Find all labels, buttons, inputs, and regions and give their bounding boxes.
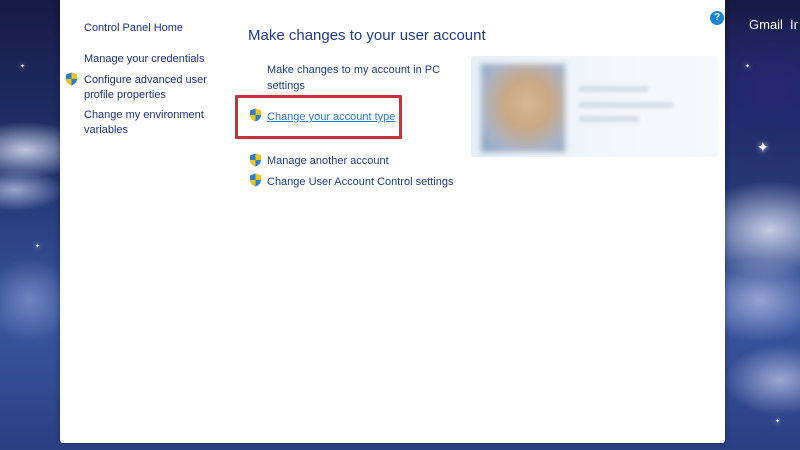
nav-manage-credentials[interactable]: Manage your credentials — [84, 52, 214, 67]
control-panel-window: ? Control Panel Home Manage your credent… — [60, 0, 725, 443]
gmail-link[interactable]: Gmail — [749, 17, 783, 32]
account-detail-placeholder — [579, 102, 674, 108]
page-title: Make changes to your user account — [248, 27, 486, 44]
star-icon: ✦ — [775, 419, 781, 425]
account-info-tile — [471, 56, 718, 157]
star-icon: ✦ — [745, 64, 751, 70]
task-change-account-type[interactable]: Change your account type — [267, 109, 395, 125]
account-name-placeholder — [579, 86, 649, 92]
task-uac-settings[interactable]: Change User Account Control settings — [267, 174, 454, 190]
account-detail-placeholder — [579, 116, 639, 122]
next-topbar-link[interactable]: Ir — [790, 17, 798, 32]
task-manage-another-account[interactable]: Manage another account — [267, 153, 389, 169]
avatar — [481, 64, 565, 152]
shield-icon — [250, 153, 261, 167]
star-icon: ✦ — [757, 139, 769, 155]
star-icon: ✦ — [35, 244, 41, 250]
task-pc-settings[interactable]: Make changes to my account in PC setting… — [267, 62, 447, 94]
shield-icon — [250, 108, 261, 122]
control-panel-home-link[interactable]: Control Panel Home — [84, 22, 183, 34]
help-button[interactable]: ? — [710, 11, 724, 25]
star-icon: ✦ — [20, 64, 26, 70]
shield-icon — [250, 173, 261, 187]
shield-icon — [66, 72, 77, 86]
nav-environment-variables[interactable]: Change my environment variables — [84, 108, 214, 138]
nav-configure-profile[interactable]: Configure advanced user profile properti… — [84, 73, 214, 103]
